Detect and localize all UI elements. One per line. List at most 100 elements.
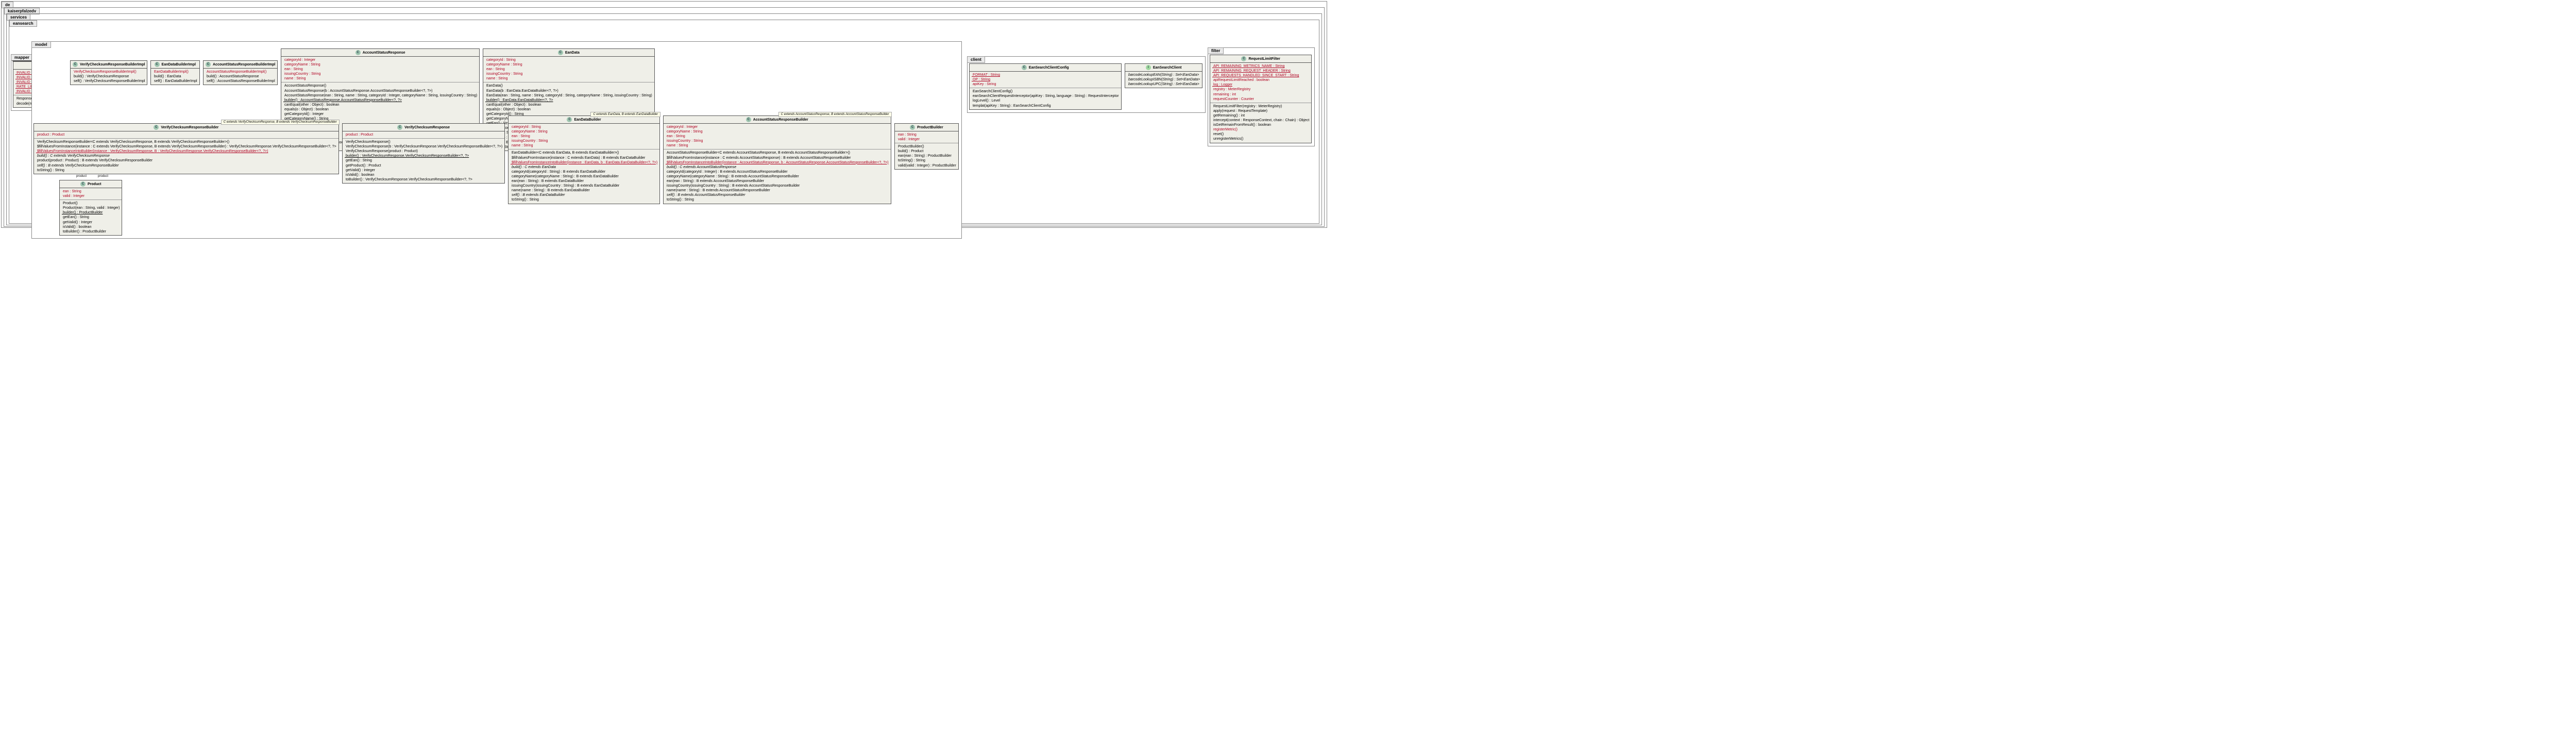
class-icon: C	[155, 62, 160, 67]
generic-note: C extends AccountStatusResponse, B exten…	[778, 112, 892, 117]
member-row: categoryId(categoryId : Integer) : B ext…	[666, 170, 889, 174]
generic-note: C extends EanData, B extends EanDataBuil…	[590, 112, 660, 117]
package-eansearch: eansearch mapper CR	[9, 20, 1319, 224]
class-title: RequestLimitFilter	[1248, 57, 1280, 61]
class-VerifyChecksumResponseBuilder: C extends VerifyChecksumResponse, B exte…	[33, 123, 339, 174]
member-row: toString() : String	[36, 168, 336, 173]
member-row: name(name : String) : B extends EanDataB…	[511, 188, 657, 193]
member-row: builder() : EanData.EanDataBuilder<?, ?>	[485, 98, 652, 103]
member-row: barcodeLookupUPC(String) : Set<EanData>	[1127, 82, 1200, 87]
class-title: EanDataBuilder	[574, 118, 601, 122]
member-row: apiRequestLimitReached : boolean	[1212, 78, 1309, 82]
member-row: name : String	[511, 143, 657, 148]
class-icon: C	[1022, 65, 1027, 70]
member-row: self() : B extends AccountStatusResponse…	[666, 193, 889, 197]
fields: product : Product	[34, 131, 338, 139]
member-row: isValid() : boolean	[345, 173, 502, 177]
class-icon: C	[206, 62, 211, 67]
member-row: getProduct() : Product	[345, 163, 502, 168]
fields: FORMAT : String OP : String apiKey : Str…	[970, 72, 1121, 88]
member-row: issuingCountry : String	[283, 72, 477, 76]
fields: product : Product	[343, 131, 504, 139]
class-RequestLimitFilter: CRequestLimitFilter API_REMAINING_METRIC…	[1210, 55, 1312, 143]
member-row: ean : String	[511, 134, 657, 139]
class-icon: C	[73, 62, 78, 67]
member-row: $fillValuesFromInstance(instance : C ext…	[666, 156, 889, 160]
member-row: self() : B extends VerifyChecksumRespons…	[36, 163, 336, 168]
member-row: requestCounter : Counter	[1212, 97, 1309, 102]
member-row: name : String	[283, 76, 477, 81]
member-row: EanSearchClientConfig()	[972, 89, 1119, 94]
member-row: issuingCountry(issuingCountry : String) …	[666, 184, 889, 188]
member-row: barcodeLookupEAN(String) : Set<EanData>	[1127, 73, 1200, 77]
member-row: ProductBuilder()	[897, 144, 956, 149]
edge-label-product-right: product	[98, 175, 108, 178]
member-row: VerifyChecksumResponseBuilderImpl()	[73, 70, 145, 74]
member-row: product : Product	[345, 132, 502, 137]
member-row: getEan() : String	[345, 158, 502, 163]
member-row: categoryId(categoryId : String) : B exte…	[511, 170, 657, 174]
member-row: EanData()	[485, 84, 652, 88]
fields: API_REMAINING_METRICS_NAME : String API_…	[1210, 63, 1311, 103]
member-row: categoryId : String	[511, 125, 657, 129]
member-row: VerifyChecksumResponse()	[345, 140, 502, 144]
member-row: issuingCountry : String	[666, 139, 889, 143]
member-row: apiKey : String	[972, 82, 1119, 87]
methods: VerifyChecksumResponse() VerifyChecksumR…	[343, 139, 504, 183]
member-row: issuingCountry(issuingCountry : String) …	[511, 184, 657, 188]
member-row: eanSearchClientRequestInterceptor(apiKey…	[972, 94, 1119, 98]
member-row: registry : MeterRegistry	[1212, 87, 1309, 92]
member-row: ean : String	[485, 67, 652, 72]
member-row: EanData(b : EanData.EanDataBuilder<?, ?>…	[485, 89, 652, 93]
fields: ean : String valid : Integer	[60, 188, 122, 200]
fields: categoryId : String categoryName : Strin…	[483, 57, 654, 82]
member-row: FORMAT : String	[972, 73, 1119, 77]
class-AccountStatusResponseBuilder: C extends AccountStatusResponse, B exten…	[663, 115, 891, 204]
member-row: apply(request : RequestTemplate)	[1212, 109, 1309, 113]
member-row: templat(apiKey : String) : EanSearchClie…	[972, 104, 1119, 108]
member-row: AccountStatusResponseBuilderImpl()	[206, 70, 275, 74]
member-row: categoryId : Integer	[666, 125, 889, 129]
class-title: EanDataBuilderImpl	[162, 63, 196, 67]
member-row: categoryName : String	[666, 129, 889, 134]
member-row: getCategoryId() : Integer	[283, 112, 477, 117]
class-title: AccountStatusResponseBuilder	[753, 118, 808, 122]
member-row: ean(ean : String) : B extends AccountSta…	[666, 179, 889, 184]
member-row: remaining : int	[1212, 92, 1309, 97]
member-row: EanDataBuilderImpl()	[153, 70, 197, 74]
member-row: build() : EanData	[153, 74, 197, 79]
member-row: $fillValuesFromInstanceIntoBuilder(insta…	[36, 149, 336, 154]
member-row: builder() : AccountStatusResponse.Accoun…	[283, 98, 477, 103]
member-row: VerifyChecksumResponse(b : VerifyChecksu…	[345, 144, 502, 149]
member-row: categoryId : String	[485, 58, 652, 62]
member-row: ean(ean : String) : B extends EanDataBui…	[511, 179, 657, 184]
member-row: build() : Product	[897, 149, 956, 154]
member-row: RequestLimitFilter(registry : MeterRegis…	[1212, 104, 1309, 109]
member-row: categoryName(categoryName : String) : B …	[511, 174, 657, 179]
member-row: OP : String	[972, 77, 1119, 82]
class-title: AccountStatusResponse	[363, 51, 405, 55]
class-EanSearchClientConfig: CEanSearchClientConfig FORMAT : String O…	[969, 63, 1122, 110]
member-row: product(product : Product) : B extends V…	[36, 158, 336, 163]
member-row: ean : String	[62, 189, 120, 194]
methods: VerifyChecksumResponseBuilderImpl() buil…	[71, 69, 147, 85]
member-row: build() : AccountStatusResponse	[206, 74, 275, 79]
methods: ProductBuilder() build() : Product ean(e…	[895, 143, 958, 169]
class-icon: C	[910, 125, 915, 130]
member-row: EanData(ean : String, name : String, cat…	[485, 93, 652, 98]
member-row: $fillValuesFromInstanceIntoBuilder(insta…	[511, 160, 657, 165]
member-row: Product()	[62, 201, 120, 206]
member-row: categoryId : Integer	[283, 58, 477, 62]
member-row: self() : VerifyChecksumResponseBuilderIm…	[73, 79, 145, 84]
class-EanDataBuilderImpl: CEanDataBuilderImpl EanDataBuilderImpl()…	[150, 60, 200, 85]
member-row: valid : Integer	[62, 194, 120, 198]
member-row: toString() : String	[666, 197, 889, 202]
class-icon: C	[746, 117, 751, 122]
class-AccountStatusResponseBuilderImpl: CAccountStatusResponseBuilderImpl Accoun…	[203, 60, 278, 85]
member-row: equals(o : Object) : boolean	[485, 107, 652, 112]
member-row: builder() : VerifyChecksumResponse.Verif…	[345, 154, 502, 158]
member-row: getRemaining() : int	[1212, 113, 1309, 118]
fields: categoryId : Integer categoryName : Stri…	[664, 124, 891, 150]
member-row: unregisterMetrics()	[1212, 137, 1309, 141]
fields: categoryId : String categoryName : Strin…	[509, 124, 659, 150]
